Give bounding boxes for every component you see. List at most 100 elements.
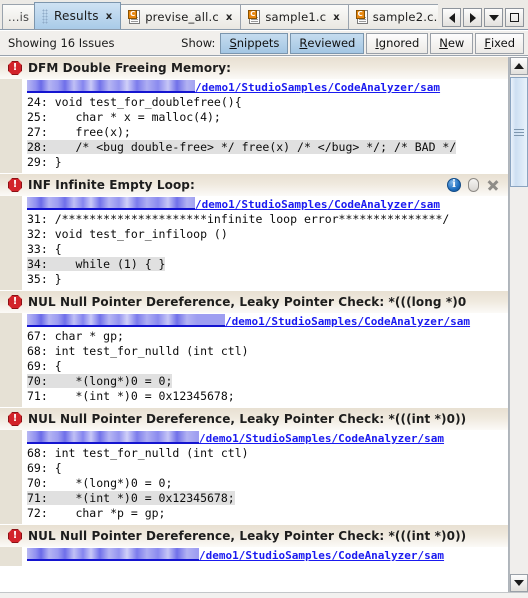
triangle-left-icon [448, 12, 455, 23]
issue-header-actions: i [447, 178, 504, 192]
code-line-text: 68: int test_for_nulld (int ctl) [27, 344, 249, 358]
issue-path-link[interactable]: /demo1/StudioSamples/CodeAnalyzer/sam [199, 549, 444, 562]
redacted-path-prefix [27, 80, 195, 93]
tab-previse-all-c[interactable]: C previse_all.c x [120, 4, 242, 29]
tab-partial-truncated[interactable]: ...is [2, 4, 35, 29]
redacted-path-prefix [27, 197, 195, 210]
close-x-icon[interactable] [486, 178, 500, 192]
maximize-tab-button[interactable] [505, 8, 524, 27]
filter-fixed-label-rest: ixed [490, 36, 515, 50]
issue-body: /demo1/StudioSamples/CodeAnalyzer/sam 68… [0, 430, 508, 524]
scrollbar-thumb[interactable] [510, 77, 528, 187]
redacted-path-prefix [27, 548, 199, 561]
issue-path-link[interactable]: /demo1/StudioSamples/CodeAnalyzer/sam [199, 432, 444, 445]
status-line [0, 592, 528, 598]
filter-button-group: Snippets Reviewed Ignored New Fixed [220, 32, 524, 54]
code-line-text: 68: int test_for_nulld (int ctl) [27, 446, 249, 460]
code-analyzer-results-window: ...is Results x C previse_all.c x C samp… [0, 0, 528, 598]
tab-sample2-c-label: sample2.c... [372, 10, 438, 24]
code-line: 24: void test_for_doublefree(){ [22, 95, 508, 110]
issue-body: /demo1/StudioSamples/CodeAnalyzer/sam [0, 547, 508, 566]
code-line: 71: *(int *)0 = 0x12345678; [22, 389, 508, 404]
issue-header[interactable]: ! DFM Double Freeing Memory: [0, 57, 508, 79]
issue-header[interactable]: ! NUL Null Pointer Dereference, Leaky Po… [0, 291, 508, 313]
filter-snippets-button[interactable]: Snippets [220, 32, 289, 54]
error-icon: ! [8, 295, 22, 309]
tab-sample1-c[interactable]: C sample1.c x [240, 4, 349, 29]
issue-title: NUL Null Pointer Dereference, Leaky Poin… [28, 412, 467, 426]
tab-previse-all-c-close-icon[interactable]: x [226, 12, 232, 23]
triangle-up-icon [514, 63, 524, 69]
c-file-badge-letter: C [248, 10, 258, 19]
issue-header[interactable]: ! INF Infinite Empty Loop: i [0, 174, 508, 196]
code-line-text: 70: *(long*)0 = 0; [27, 476, 173, 490]
issue-path-line[interactable]: /demo1/StudioSamples/CodeAnalyzer/sam [22, 548, 508, 563]
c-file-icon: C [128, 10, 141, 24]
code-line: 33: { [22, 242, 508, 257]
code-line-text: 67: char * gp; [27, 329, 124, 343]
issue-body: /demo1/StudioSamples/CodeAnalyzer/sam 67… [0, 313, 508, 407]
code-line-text: 32: void test_for_infiloop () [27, 227, 228, 241]
issue-code-block: /demo1/StudioSamples/CodeAnalyzer/sam [22, 547, 508, 566]
code-line-text: 25: char * x = malloc(4); [27, 110, 221, 124]
issue-body: /demo1/StudioSamples/CodeAnalyzer/sam 31… [0, 196, 508, 290]
filter-snippets-label-rest: nippets [236, 36, 280, 50]
code-line-text: 33: { [27, 242, 62, 256]
issue-header[interactable]: ! NUL Null Pointer Dereference, Leaky Po… [0, 525, 508, 547]
scroll-down-button[interactable] [510, 574, 528, 592]
issue-header[interactable]: ! NUL Null Pointer Dereference, Leaky Po… [0, 408, 508, 430]
code-line-highlighted: 28: /* <bug double-free> */ free(x) /* <… [22, 140, 508, 155]
issue-item: ! NUL Null Pointer Dereference, Leaky Po… [0, 408, 508, 525]
scroll-tabs-right-button[interactable] [463, 8, 482, 27]
issue-code-block: /demo1/StudioSamples/CodeAnalyzer/sam 24… [22, 79, 508, 173]
issue-title: NUL Null Pointer Dereference, Leaky Poin… [28, 529, 467, 543]
code-line-text: 24: void test_for_doublefree(){ [27, 95, 242, 109]
issue-path-line[interactable]: /demo1/StudioSamples/CodeAnalyzer/sam [22, 314, 508, 329]
code-line: 25: char * x = malloc(4); [22, 110, 508, 125]
tab-strip: ...is Results x C previse_all.c x C samp… [0, 0, 438, 29]
issue-path-line[interactable]: /demo1/StudioSamples/CodeAnalyzer/sam [22, 197, 508, 212]
code-line-highlighted: 70: *(long*)0 = 0; [22, 374, 508, 389]
scrollbar-track[interactable] [510, 75, 528, 574]
results-toolbar: Showing 16 Issues Show: Snippets Reviewe… [0, 30, 528, 56]
c-file-icon: C [355, 10, 369, 24]
filter-new-button[interactable]: New [430, 32, 474, 54]
code-line-text: 69: { [27, 359, 62, 373]
error-icon: ! [8, 412, 22, 426]
results-vertical-scrollbar[interactable] [509, 57, 528, 592]
issue-path-link[interactable]: /demo1/StudioSamples/CodeAnalyzer/sam [195, 198, 440, 211]
c-file-badge-letter: C [355, 10, 365, 19]
info-icon[interactable]: i [447, 178, 461, 192]
filter-fixed-button[interactable]: Fixed [475, 32, 524, 54]
issue-path-link[interactable]: /demo1/StudioSamples/CodeAnalyzer/sam [225, 315, 470, 328]
issue-item: ! NUL Null Pointer Dereference, Leaky Po… [0, 525, 508, 567]
suppress-toggle-icon[interactable] [468, 178, 479, 192]
filter-reviewed-button[interactable]: Reviewed [290, 32, 365, 54]
tab-results[interactable]: Results x [34, 2, 122, 29]
tab-results-label: Results [54, 9, 99, 23]
filter-new-label-rest: ew [447, 36, 465, 50]
issue-path-line[interactable]: /demo1/StudioSamples/CodeAnalyzer/sam [22, 431, 508, 446]
tab-drag-grip-icon [42, 8, 48, 24]
error-icon: ! [8, 178, 22, 192]
tab-sample2-c[interactable]: C sample2.c... [347, 4, 438, 29]
code-line: 68: int test_for_nulld (int ctl) [22, 344, 508, 359]
tab-results-close-icon[interactable]: x [106, 11, 112, 22]
triangle-right-icon [469, 12, 476, 23]
filter-reviewed-label-rest: eviewed [307, 36, 356, 50]
code-line: 27: free(x); [22, 125, 508, 140]
issue-item: ! NUL Null Pointer Dereference, Leaky Po… [0, 291, 508, 408]
tab-list-dropdown-button[interactable] [484, 8, 503, 27]
error-icon: ! [8, 61, 22, 75]
tab-sample1-c-close-icon[interactable]: x [333, 12, 339, 23]
code-line: 29: } [22, 155, 508, 170]
issue-path-line[interactable]: /demo1/StudioSamples/CodeAnalyzer/sam [22, 80, 508, 95]
filter-ignored-button[interactable]: Ignored [366, 32, 429, 54]
scroll-tabs-left-button[interactable] [442, 8, 461, 27]
scroll-up-button[interactable] [510, 57, 528, 75]
issue-path-link[interactable]: /demo1/StudioSamples/CodeAnalyzer/sam [195, 81, 440, 94]
issue-title: NUL Null Pointer Dereference, Leaky Poin… [28, 295, 467, 309]
square-icon [510, 13, 519, 22]
c-file-icon: C [248, 10, 261, 24]
scrollbar-grip-icon [514, 128, 524, 136]
